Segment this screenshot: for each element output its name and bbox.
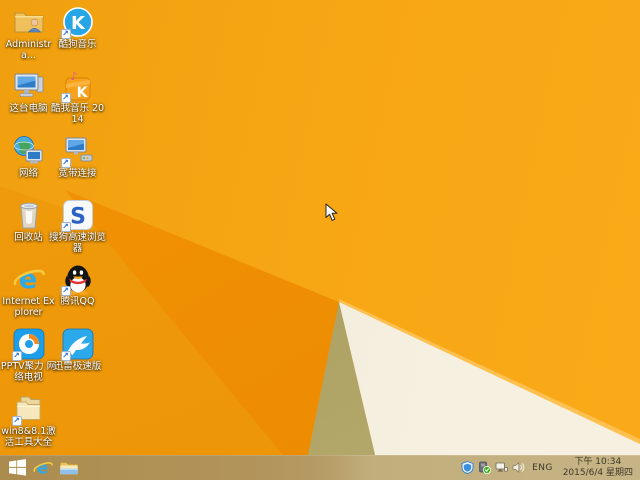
icon-label: 搜狗高速浏览器 <box>49 232 107 254</box>
svg-text:e: e <box>18 264 36 295</box>
internet-explorer-icon: e <box>33 458 53 478</box>
start-button[interactable] <box>4 455 30 480</box>
shortcut-arrow-icon: ↗ <box>60 29 71 39</box>
volume-icon[interactable] <box>512 461 525 474</box>
internet-explorer-icon: e <box>13 263 45 295</box>
kuwo-music-icon: K ♪ ↗ <box>60 70 94 103</box>
taskbar: e ENG 下午 10:34 2015/6/4 星期四 <box>0 455 640 480</box>
clock-date: 2015/6/4 星期四 <box>562 467 633 478</box>
sogou-browser-icon: S ↗ <box>60 199 94 232</box>
shortcut-arrow-icon: ↗ <box>11 416 22 426</box>
icon-label: 酷狗音乐 <box>58 39 97 50</box>
svg-text:K: K <box>76 85 88 101</box>
user-folder-icon <box>13 6 45 38</box>
shortcut-arrow-icon: ↗ <box>60 158 71 168</box>
shortcut-arrow-icon: ↗ <box>60 93 71 103</box>
language-indicator[interactable]: ENG <box>529 463 556 473</box>
shortcut-arrow-icon: ↗ <box>11 351 22 361</box>
pptv-icon: ↗ <box>11 328 45 361</box>
shortcut-arrow-icon: ↗ <box>60 351 71 361</box>
shortcut-arrow-icon: ↗ <box>60 222 71 232</box>
recycle-bin-icon <box>13 199 45 231</box>
folder-icon: ↗ <box>11 393 45 426</box>
svg-text:e: e <box>37 458 48 478</box>
icon-label: win8&8.1激活工具大全 <box>1 426 56 448</box>
svg-text:♪: ♪ <box>70 70 77 83</box>
clock-time: 下午 10:34 <box>574 457 622 467</box>
desktop-icon-sogou[interactable]: S ↗ 搜狗高速浏览器 <box>49 199 106 254</box>
svg-text:K: K <box>71 13 86 34</box>
icon-label: 酷我音乐 2014 <box>50 103 105 125</box>
taskbar-file-explorer-button[interactable] <box>56 455 82 480</box>
broadband-connection-icon: ↗ <box>60 135 94 168</box>
desktop-icon-broadband[interactable]: ↗ 宽带连接 <box>49 135 106 179</box>
xunlei-bird-icon: ↗ <box>60 328 94 361</box>
safety-check-icon[interactable] <box>478 461 492 474</box>
desktop-icon-kugou[interactable]: K ↗ 酷狗音乐 <box>49 6 106 50</box>
file-explorer-icon <box>59 461 79 475</box>
icon-label: 腾讯QQ <box>60 296 95 307</box>
system-tray: ENG 下午 10:34 2015/6/4 星期四 <box>461 455 636 480</box>
windows-logo-icon <box>8 459 26 476</box>
security-shield-icon[interactable] <box>461 461 474 474</box>
desktop-icon-kuwo[interactable]: K ♪ ↗ 酷我音乐 2014 <box>49 70 106 125</box>
icon-label: 宽带连接 <box>58 168 97 179</box>
icon-label: 迅雷极速版 <box>53 361 102 372</box>
qq-penguin-icon: ↗ <box>60 263 94 296</box>
network-globe-icon <box>13 135 45 167</box>
desktop-icon-xunlei[interactable]: ↗ 迅雷极速版 <box>49 328 106 372</box>
taskbar-ie-button[interactable]: e <box>30 455 56 480</box>
clock[interactable]: 下午 10:34 2015/6/4 星期四 <box>560 457 636 478</box>
desktop-icon-win-tools[interactable]: ↗ win8&8.1激活工具大全 <box>0 393 57 448</box>
svg-text:S: S <box>70 205 86 230</box>
shortcut-arrow-icon: ↗ <box>60 286 71 296</box>
windows-desktop[interactable]: Administra... 这台电脑 网络 回收站 e Internet Exp… <box>0 0 640 480</box>
desktop-icon-qq[interactable]: ↗ 腾讯QQ <box>49 263 106 307</box>
computer-icon <box>13 70 45 102</box>
kugou-music-icon: K ↗ <box>60 6 94 39</box>
network-tray-icon[interactable] <box>495 461 509 474</box>
